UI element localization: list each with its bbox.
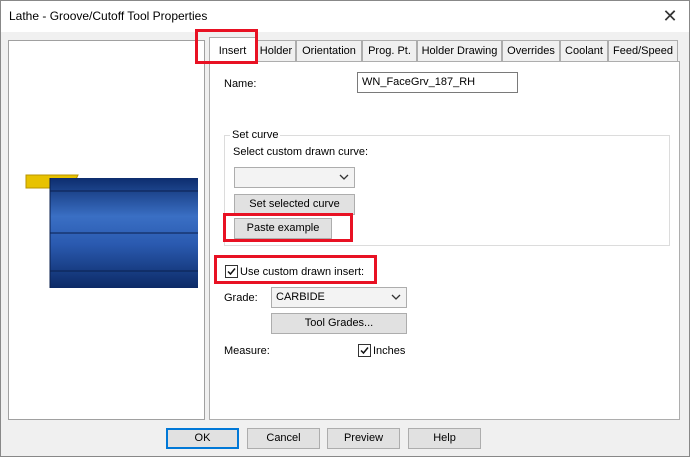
chevron-down-icon — [391, 294, 401, 300]
measure-label: Measure: — [224, 345, 270, 357]
select-curve-label: Select custom drawn curve: — [233, 146, 369, 158]
ok-button[interactable]: OK — [166, 428, 239, 449]
set-selected-curve-button[interactable]: Set selected curve — [234, 194, 355, 215]
tab-feed-speed[interactable]: Feed/Speed — [608, 40, 678, 62]
set-curve-group: Set curve Select custom drawn curve: Set… — [224, 129, 670, 246]
name-label: Name: — [224, 78, 257, 90]
grade-value: CARBIDE — [276, 291, 325, 303]
tab-holder-drawing[interactable]: Holder Drawing — [417, 40, 502, 62]
tab-insert[interactable]: Insert — [209, 37, 256, 62]
tab-overrides[interactable]: Overrides — [502, 40, 560, 62]
title-bar: Lathe - Groove/Cutoff Tool Properties ✕ — [1, 1, 689, 32]
inches-checkbox[interactable] — [358, 344, 371, 357]
tool-preview-graphic — [25, 174, 198, 288]
tab-orientation[interactable]: Orientation — [296, 40, 362, 62]
checkmark-icon — [227, 268, 236, 276]
checkmark-icon — [360, 347, 369, 355]
tool-grades-button[interactable]: Tool Grades... — [271, 313, 407, 334]
insert-tab-panel: Name: WN_FaceGrv_187_RH Set curve Select… — [209, 61, 680, 420]
tab-prog-pt[interactable]: Prog. Pt. — [362, 40, 417, 62]
tool-preview — [8, 40, 205, 420]
help-button[interactable]: Help — [408, 428, 481, 449]
custom-curve-select[interactable] — [234, 167, 355, 188]
paste-example-button[interactable]: Paste example — [234, 218, 332, 239]
tab-coolant[interactable]: Coolant — [560, 40, 608, 62]
name-field[interactable]: WN_FaceGrv_187_RH — [357, 72, 518, 93]
preview-button[interactable]: Preview — [327, 428, 400, 449]
dialog-window: Lathe - Groove/Cutoff Tool Properties ✕ … — [0, 0, 690, 457]
chevron-down-icon — [339, 174, 349, 180]
inches-label: Inches — [373, 345, 406, 357]
set-curve-legend: Set curve — [230, 129, 281, 141]
cancel-button[interactable]: Cancel — [247, 428, 320, 449]
use-custom-insert-label: Use custom drawn insert: — [240, 266, 365, 278]
tab-holder[interactable]: Holder — [256, 40, 296, 62]
grade-select[interactable]: CARBIDE — [271, 287, 407, 308]
grade-label: Grade: — [224, 292, 258, 304]
close-icon[interactable]: ✕ — [659, 6, 681, 26]
use-custom-insert-checkbox[interactable] — [225, 265, 238, 278]
window-title: Lathe - Groove/Cutoff Tool Properties — [9, 9, 208, 23]
